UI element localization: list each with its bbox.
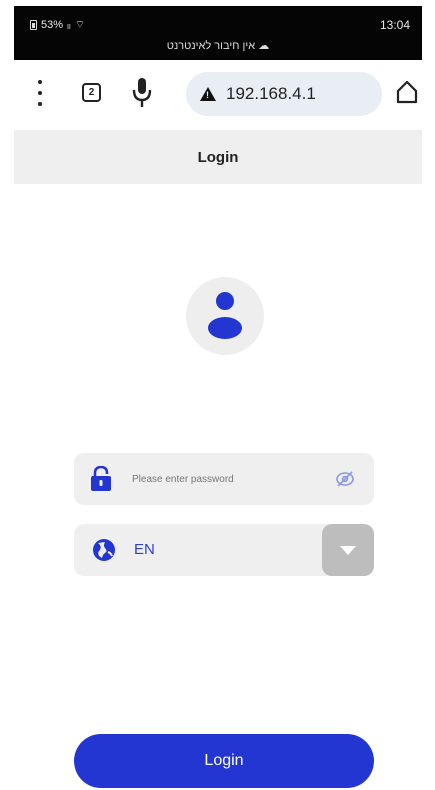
battery-icon	[30, 20, 37, 30]
browser-toolbar: 2 192.168.4.1	[14, 60, 422, 130]
password-field[interactable]	[74, 453, 374, 505]
signal-icon: ₗₗ	[67, 19, 71, 32]
password-input[interactable]	[132, 465, 322, 493]
caret-down-icon	[340, 545, 356, 555]
login-button[interactable]: Login	[74, 734, 374, 788]
page-title: Login	[197, 148, 239, 166]
menu-kebab-icon[interactable]	[30, 80, 50, 106]
avatar	[186, 277, 264, 355]
language-dropdown-button[interactable]	[322, 524, 374, 576]
address-bar[interactable]: 192.168.4.1	[186, 72, 382, 116]
battery-text: 53%	[41, 19, 64, 31]
status-left: 53% ₗₗ ⌔	[30, 18, 85, 32]
no-cloud-icon: ☁	[258, 40, 270, 52]
language-value: EN	[134, 541, 155, 558]
tabs-button[interactable]: 2	[82, 83, 101, 102]
status-bar: 53% ₗₗ ⌔ 13:04 ☁ אין חיבור לאינטרנט	[14, 6, 422, 60]
eye-off-icon[interactable]	[334, 469, 356, 489]
connection-text: אין חיבור לאינטרנט	[166, 40, 256, 52]
page-header: Login	[14, 130, 422, 184]
lock-icon	[91, 466, 111, 491]
language-select[interactable]: EN	[74, 524, 374, 576]
mic-icon[interactable]	[130, 76, 154, 110]
wifi-icon: ⌔	[74, 19, 86, 31]
user-icon	[208, 292, 242, 339]
home-icon[interactable]	[396, 80, 418, 104]
connection-status: ☁ אין חיבור לאינטרנט	[14, 39, 422, 52]
clock: 13:04	[379, 18, 410, 32]
globe-icon	[93, 539, 115, 561]
url-text: 192.168.4.1	[226, 84, 316, 103]
warning-icon[interactable]	[200, 87, 216, 101]
